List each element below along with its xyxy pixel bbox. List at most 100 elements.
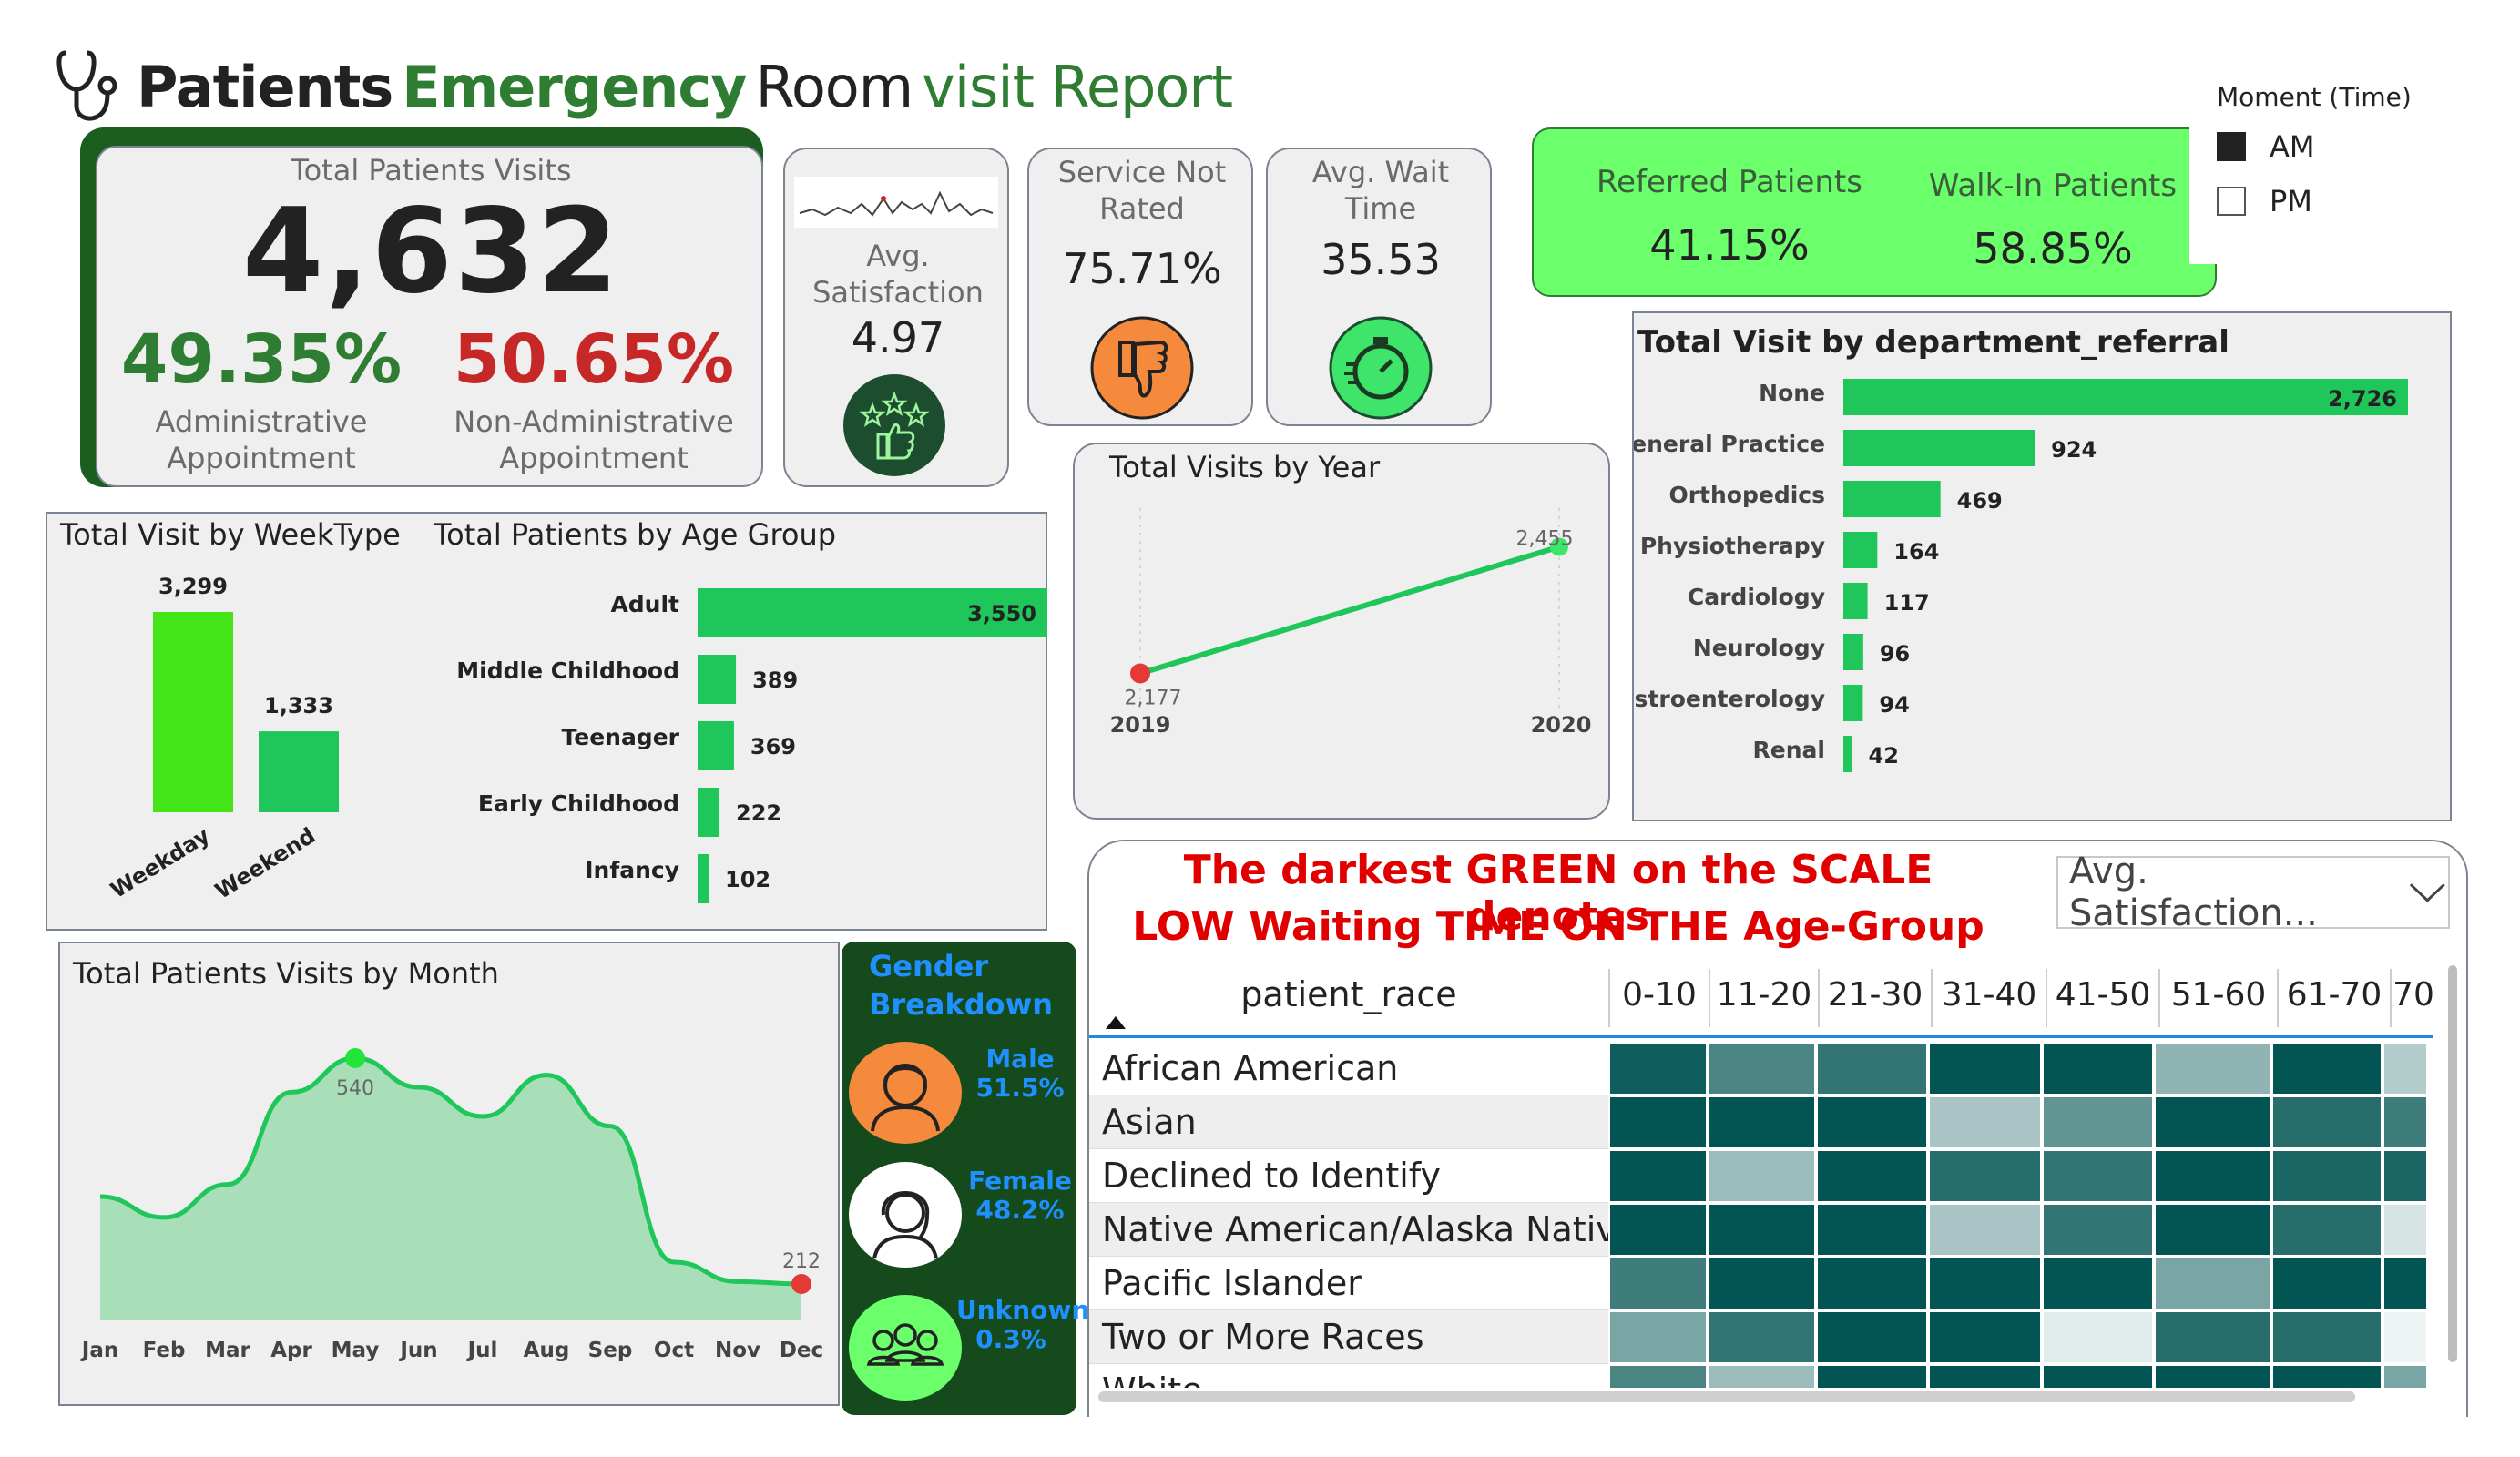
heatmap-column-header[interactable]: 70	[2390, 969, 2435, 1027]
heatmap-cell[interactable]	[1927, 1203, 2042, 1257]
heatmap-cell[interactable]	[2041, 1310, 2154, 1364]
gender-card[interactable]: Gender Breakdown Male 51.5% Female 48.2%…	[842, 942, 1089, 1415]
heatmap-column-header[interactable]: 0-10	[1608, 969, 1709, 1027]
measure-dropdown[interactable]: Avg. Satisfaction...	[2056, 851, 2450, 934]
heatmap-cell[interactable]	[1927, 1364, 2042, 1388]
walkin-value: 58.85%	[1973, 224, 2133, 273]
heatmap-cell[interactable]	[1927, 1257, 2042, 1310]
heatmap-cell[interactable]	[1708, 1310, 1816, 1364]
heatmap-grid	[1608, 1042, 2428, 1388]
heatmap-column-header[interactable]: 51-60	[2158, 969, 2277, 1027]
sort-ascending-icon[interactable]	[1104, 1014, 1127, 1031]
heatmap-cell[interactable]	[2041, 1203, 2154, 1257]
heatmap-cell[interactable]	[1815, 1095, 1928, 1149]
month-max-label: 540	[336, 1077, 374, 1100]
heatmap-cell[interactable]	[1815, 1364, 1928, 1388]
heatmap-cell[interactable]	[1815, 1203, 1928, 1257]
vertical-scrollbar[interactable]	[2448, 965, 2457, 1362]
heatmap-cell[interactable]	[2382, 1310, 2428, 1364]
heatmap-cell[interactable]	[2153, 1203, 2271, 1257]
heatmap-cell[interactable]	[2153, 1310, 2271, 1364]
total-visits-card[interactable]: Total Patients Visits 4,632 49.35% Admin…	[96, 146, 763, 487]
heatmap-cell[interactable]	[2270, 1310, 2383, 1364]
heatmap-cell[interactable]	[2153, 1257, 2271, 1310]
horizontal-scrollbar[interactable]	[1098, 1391, 2355, 1402]
heatmap-column-header[interactable]: 31-40	[1931, 969, 2046, 1027]
weektype-age-card[interactable]: Total Visit by WeekType Total Patients b…	[46, 512, 1047, 931]
heatmap-cell[interactable]	[2153, 1042, 2271, 1095]
month-chart-card[interactable]: Total Patients Visits by Month 540 212 Jan…	[58, 942, 840, 1406]
pm-checkbox[interactable]	[2217, 187, 2246, 216]
year-chart-card[interactable]: Total Visits by Year 2,177 2,455 2019 2020	[1073, 443, 1610, 820]
heatmap-cell[interactable]	[2041, 1095, 2154, 1149]
slicer-option-am[interactable]: AM	[2217, 120, 2315, 173]
department-label: Neurology	[1693, 635, 1825, 661]
wait-time-card[interactable]: Avg. Wait Time 35.53	[1266, 148, 1492, 426]
weektype-tick-label: Weekday	[107, 822, 215, 903]
heatmap-cell[interactable]	[2041, 1257, 2154, 1310]
age-group-label: Teenager	[562, 724, 680, 750]
heatmap-cell[interactable]	[1927, 1149, 2042, 1203]
heatmap-cell[interactable]	[1815, 1257, 1928, 1310]
heatmap-cell[interactable]	[1608, 1095, 1709, 1149]
satisfaction-card[interactable]: Avg. Satisfaction 4.97	[783, 148, 1009, 487]
heatmap-cell[interactable]	[2270, 1149, 2383, 1203]
heatmap-cell[interactable]	[1608, 1042, 1709, 1095]
heatmap-cell[interactable]	[2041, 1149, 2154, 1203]
female-avatar-icon	[849, 1162, 962, 1268]
heatmap-column-header[interactable]: 11-20	[1709, 969, 1818, 1027]
heatmap-cell[interactable]	[2270, 1095, 2383, 1149]
heatmap-cell[interactable]	[2270, 1364, 2383, 1388]
heatmap-cell[interactable]	[1708, 1257, 1816, 1310]
heatmap-cell[interactable]	[1708, 1364, 1816, 1388]
month-tick-label: Mar	[205, 1339, 250, 1362]
heatmap-cell[interactable]	[2382, 1149, 2428, 1203]
department-bar	[1843, 685, 1863, 721]
row-header[interactable]: patient_race	[1089, 974, 1608, 1014]
not-rated-card[interactable]: Service Not Rated 75.71%	[1027, 148, 1253, 426]
heatmap-cell[interactable]	[1927, 1310, 2042, 1364]
heatmap-column-header[interactable]: 61-70	[2277, 969, 2390, 1027]
heatmap-cell[interactable]	[2041, 1042, 2154, 1095]
heatmap-cell[interactable]	[2382, 1095, 2428, 1149]
heatmap-cell[interactable]	[1815, 1310, 1928, 1364]
heatmap-cell[interactable]	[1608, 1310, 1709, 1364]
heatmap-cell[interactable]	[2153, 1364, 2271, 1388]
heatmap-cell[interactable]	[1708, 1095, 1816, 1149]
heatmap-cell[interactable]	[2270, 1257, 2383, 1310]
department-value-label: 924	[2051, 437, 2097, 463]
heatmap-cell[interactable]	[1815, 1149, 1928, 1203]
heatmap-cell[interactable]	[1608, 1364, 1709, 1388]
moment-slicer[interactable]: Moment (Time) AM PM	[2189, 73, 2499, 264]
am-checkbox[interactable]	[2217, 132, 2246, 161]
heatmap-cell[interactable]	[2270, 1203, 2383, 1257]
heatmap-cell[interactable]	[2382, 1042, 2428, 1095]
heatmap-cell[interactable]	[1708, 1149, 1816, 1203]
department-chart-card[interactable]: Total Visit by department_referral None 2…	[1632, 311, 2452, 821]
year-tick-label: 2020	[1531, 712, 1592, 738]
heatmap-cell[interactable]	[1927, 1095, 2042, 1149]
heatmap-cell[interactable]	[1608, 1257, 1709, 1310]
heatmap-column-header[interactable]: 21-30	[1818, 969, 1931, 1027]
slicer-option-pm[interactable]: PM	[2217, 175, 2312, 228]
department-label: Renal	[1753, 737, 1825, 763]
gender-title-1: Gender	[869, 949, 989, 983]
referred-label: Referred Patients	[1597, 164, 1862, 200]
heatmap-cell[interactable]	[2382, 1364, 2428, 1388]
heatmap-cell[interactable]	[2153, 1095, 2271, 1149]
heatmap-column-header[interactable]: 41-50	[2046, 969, 2158, 1027]
department-value-label: 164	[1893, 539, 1939, 565]
heatmap-cell[interactable]	[1708, 1203, 1816, 1257]
heatmap-cell[interactable]	[2382, 1203, 2428, 1257]
heatmap-cell[interactable]	[2041, 1364, 2154, 1388]
heatmap-cell[interactable]	[1927, 1042, 2042, 1095]
heatmap-cell[interactable]	[1708, 1042, 1816, 1095]
heatmap-cell[interactable]	[2270, 1042, 2383, 1095]
heatmap-cell[interactable]	[1815, 1042, 1928, 1095]
heatmap-cell[interactable]	[2382, 1257, 2428, 1310]
referral-panel[interactable]: Referred Patients 41.15% Walk-In Patient…	[1532, 127, 2217, 297]
heatmap-cell[interactable]	[1608, 1149, 1709, 1203]
heatmap-cell[interactable]	[1608, 1203, 1709, 1257]
heatmap-cell[interactable]	[2153, 1149, 2271, 1203]
heatmap-row	[1608, 1257, 2428, 1310]
